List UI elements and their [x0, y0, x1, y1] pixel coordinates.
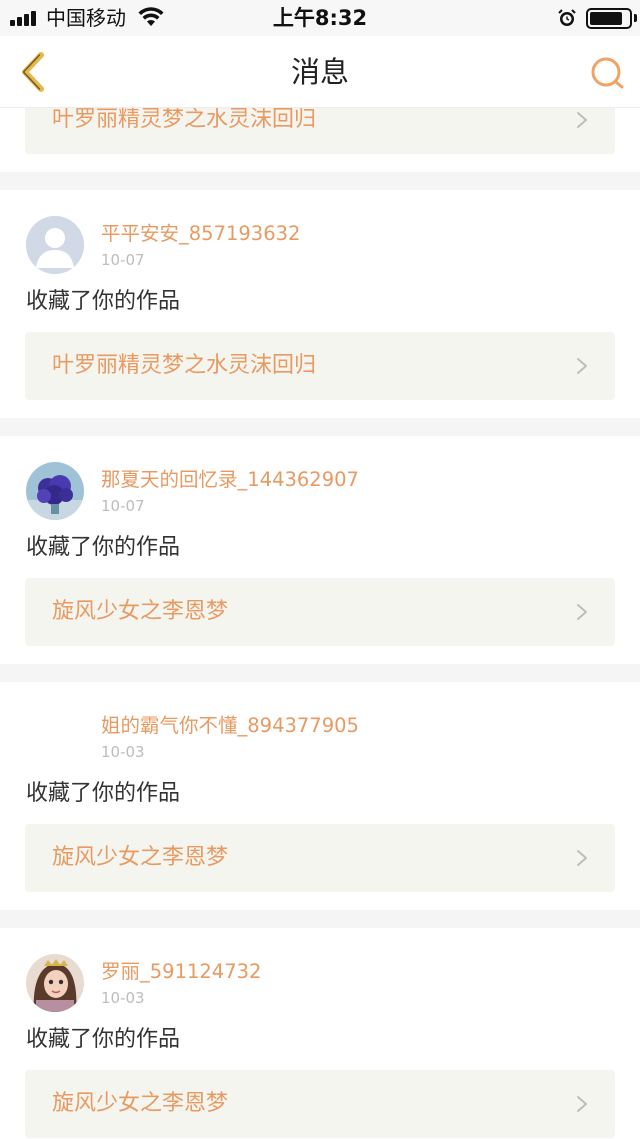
work-card[interactable]: 叶罗丽精灵梦之水灵沫回归	[25, 332, 615, 400]
status-time: 上午8:32	[272, 6, 368, 30]
username[interactable]: 罗丽_591124732	[101, 960, 261, 984]
chevron-right-icon	[577, 112, 587, 128]
separator	[0, 418, 640, 436]
message-item: 那夏天的回忆录_144362907 10-07 收藏了你的作品 旋风少女之李恩梦	[0, 436, 640, 664]
message-date: 10-03	[101, 743, 145, 761]
work-card[interactable]: 旋风少女之李恩梦	[25, 578, 615, 646]
chevron-left-icon	[22, 52, 44, 92]
message-action-text: 收藏了你的作品	[26, 289, 181, 314]
message-item: 罗丽_591124732 10-03 收藏了你的作品 旋风少女之李恩梦	[0, 928, 640, 1139]
default-avatar-icon[interactable]	[26, 216, 84, 274]
username[interactable]: 姐的霸气你不懂_894377905	[101, 714, 359, 738]
chevron-right-icon	[577, 1096, 587, 1112]
search-icon	[591, 57, 624, 89]
work-card[interactable]: 旋风少女之李恩梦	[25, 1070, 615, 1138]
message-action-text: 收藏了你的作品	[26, 1027, 181, 1052]
back-button[interactable]	[8, 46, 58, 98]
username[interactable]: 平平安安_857193632	[101, 222, 300, 246]
search-button[interactable]	[582, 48, 632, 98]
message-item: 姐的霸气你不懂_894377905 10-03 收藏了你的作品 旋风少女之李恩梦	[0, 682, 640, 910]
chevron-right-icon	[577, 850, 587, 866]
battery-icon	[586, 8, 632, 29]
message-date: 10-07	[101, 497, 145, 515]
nav-bar: 消息	[0, 36, 640, 108]
work-card[interactable]: 叶罗丽精灵梦之水灵沫回归	[25, 108, 615, 154]
separator	[0, 910, 640, 928]
work-title: 旋风少女之李恩梦	[52, 599, 229, 624]
work-title: 叶罗丽精灵梦之水灵沫回归	[52, 108, 317, 132]
separator	[0, 172, 640, 190]
work-card[interactable]: 旋风少女之李恩梦	[25, 824, 615, 892]
blank-avatar[interactable]	[26, 708, 84, 766]
work-title: 叶罗丽精灵梦之水灵沫回归	[52, 353, 317, 378]
flower-avatar[interactable]	[26, 462, 84, 520]
message-action-text: 收藏了你的作品	[26, 781, 181, 806]
message-list[interactable]: 叶罗丽精灵梦之水灵沫回归 平平安安_857193632 10-07 收藏了你的作…	[0, 108, 640, 1139]
message-action-text: 收藏了你的作品	[26, 535, 181, 560]
username[interactable]: 那夏天的回忆录_144362907	[101, 468, 359, 492]
message-item: 平平安安_857193632 10-07 收藏了你的作品 叶罗丽精灵梦之水灵沫回…	[0, 190, 640, 418]
chevron-right-icon	[577, 604, 587, 620]
chevron-right-icon	[577, 358, 587, 374]
status-bar: 中国移动 上午8:32	[0, 0, 640, 36]
alarm-icon	[558, 9, 576, 26]
battery-tip	[634, 14, 637, 22]
doll-avatar[interactable]	[26, 954, 84, 1012]
work-title: 旋风少女之李恩梦	[52, 1091, 229, 1116]
work-title: 旋风少女之李恩梦	[52, 845, 229, 870]
message-date: 10-07	[101, 251, 145, 269]
page-title: 消息	[290, 55, 349, 89]
message-date: 10-03	[101, 989, 145, 1007]
partial-message: 叶罗丽精灵梦之水灵沫回归	[0, 108, 640, 172]
separator	[0, 664, 640, 682]
